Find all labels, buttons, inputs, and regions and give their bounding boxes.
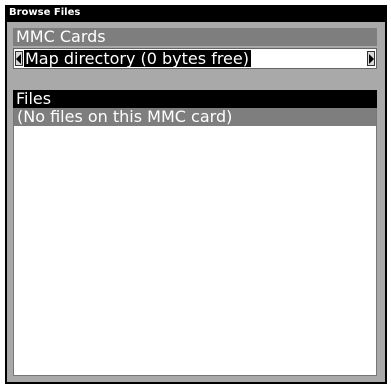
files-header: Files — [13, 90, 377, 108]
window-client-area: MMC Cards Map directory (0 bytes free) F… — [7, 22, 385, 382]
arrow-right-icon[interactable] — [367, 51, 375, 66]
mmc-card-selected-value: Map directory (0 bytes free) — [24, 49, 251, 68]
mmc-cards-header: MMC Cards — [13, 28, 377, 46]
mmc-card-selector[interactable]: Map directory (0 bytes free) — [13, 48, 377, 69]
window-title: Browse Files — [5, 5, 387, 21]
arrow-left-icon[interactable] — [15, 51, 23, 66]
browse-files-window: Browse Files MMC Cards Map directory (0 … — [5, 5, 387, 384]
list-item[interactable]: (No files on this MMC card) — [14, 108, 376, 126]
files-list[interactable]: (No files on this MMC card) — [13, 108, 377, 376]
